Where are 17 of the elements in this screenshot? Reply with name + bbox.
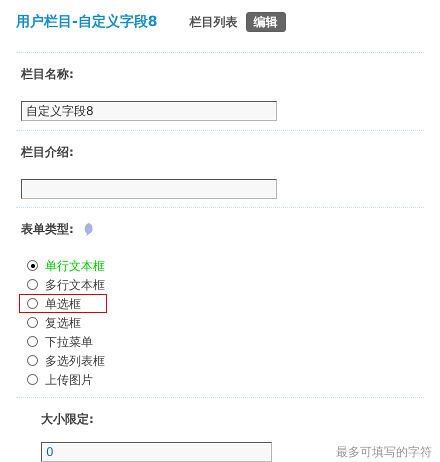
tab[interactable]: 编辑 bbox=[246, 12, 286, 32]
radio-option[interactable]: 多行文本框 bbox=[19, 275, 107, 294]
radio-option[interactable]: 单选框 bbox=[19, 294, 107, 313]
radio-option[interactable]: 复选框 bbox=[19, 313, 107, 332]
radio-option[interactable]: 多选列表框 bbox=[19, 351, 107, 370]
field-label: 栏目介绍: bbox=[21, 144, 75, 161]
radio-option[interactable]: 上传图片 bbox=[19, 370, 107, 389]
radio-option[interactable]: 下拉菜单 bbox=[19, 332, 107, 351]
name-field[interactable]: 自定义字段8 bbox=[21, 101, 277, 121]
field-label: 表单类型: bbox=[21, 221, 74, 238]
field-label: 大小限定: bbox=[41, 411, 95, 428]
hint-text: 最多可填写的字符 bbox=[336, 444, 432, 461]
size-limit-field[interactable]: 0 bbox=[41, 442, 272, 462]
page-title: 用户栏目-自定义字段8 bbox=[16, 12, 158, 32]
tab[interactable]: 栏目列表 bbox=[190, 13, 238, 31]
field-label: 栏目名称: bbox=[21, 66, 75, 83]
intro-field[interactable] bbox=[21, 179, 277, 199]
